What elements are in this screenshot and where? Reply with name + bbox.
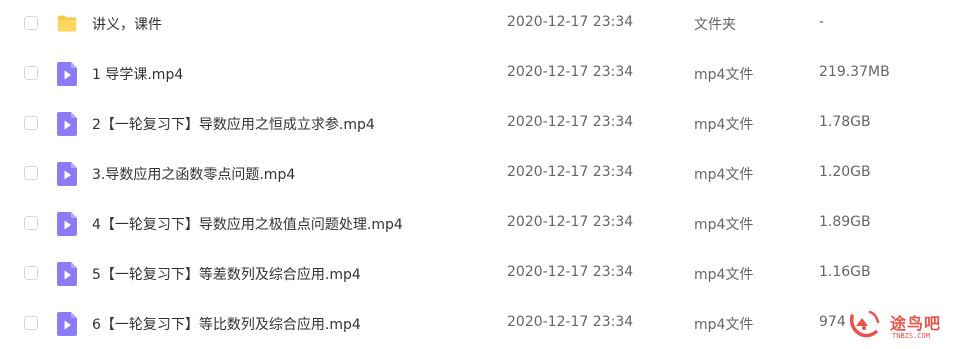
file-date: 2020-12-17 23:34	[507, 64, 634, 80]
watermark-text: 途鸟吧	[890, 314, 942, 333]
row-checkbox[interactable]	[24, 316, 38, 330]
file-type: mp4文件	[694, 117, 754, 133]
file-size: 1.89GB	[819, 214, 871, 230]
file-name[interactable]: 6【一轮复习下】等比数列及综合应用.mp4	[92, 314, 361, 334]
list-item[interactable]: 1 导学课.mp4 2020-12-17 23:34 mp4文件 219.37M…	[0, 50, 954, 100]
file-type: mp4文件	[694, 167, 754, 183]
video-file-icon	[57, 212, 77, 236]
watermark: 途鸟吧 TNBZS.COM	[846, 304, 954, 349]
file-type: mp4文件	[694, 317, 754, 333]
file-size: 1.20GB	[819, 164, 871, 180]
file-date: 2020-12-17 23:34	[507, 164, 634, 180]
file-size: 1.78GB	[819, 114, 871, 130]
video-file-icon	[57, 312, 77, 336]
row-checkbox[interactable]	[24, 66, 38, 80]
list-item[interactable]: 讲义，课件 2020-12-17 23:34 文件夹 -	[0, 0, 954, 50]
folder-icon	[57, 15, 77, 32]
row-checkbox[interactable]	[24, 266, 38, 280]
bird-logo-icon	[849, 310, 880, 338]
file-type: mp4文件	[694, 67, 754, 83]
list-item[interactable]: 4【一轮复习下】导数应用之极值点问题处理.mp4 2020-12-17 23:3…	[0, 200, 954, 250]
file-name[interactable]: 2【一轮复习下】导数应用之恒成立求参.mp4	[92, 114, 375, 134]
file-date: 2020-12-17 23:34	[507, 214, 634, 230]
file-type: mp4文件	[694, 217, 754, 233]
video-file-icon	[57, 112, 77, 136]
file-size: -	[819, 14, 825, 30]
file-name[interactable]: 讲义，课件	[92, 14, 162, 34]
watermark-subtext: TNBZS.COM	[892, 332, 930, 340]
video-file-icon	[57, 262, 77, 286]
row-checkbox[interactable]	[24, 16, 38, 30]
row-checkbox[interactable]	[24, 216, 38, 230]
file-name[interactable]: 1 导学课.mp4	[92, 64, 183, 84]
file-list: 讲义，课件 2020-12-17 23:34 文件夹 - 1 导学课.mp4 2…	[0, 0, 954, 349]
file-size: 219.37MB	[819, 64, 890, 80]
list-item[interactable]: 6【一轮复习下】等比数列及综合应用.mp4 2020-12-17 23:34 m…	[0, 300, 954, 349]
file-size: 1.16GB	[819, 264, 871, 280]
file-type: 文件夹	[694, 17, 736, 33]
list-item[interactable]: 2【一轮复习下】导数应用之恒成立求参.mp4 2020-12-17 23:34 …	[0, 100, 954, 150]
file-name[interactable]: 3.导数应用之函数零点问题.mp4	[92, 164, 295, 184]
file-date: 2020-12-17 23:34	[507, 114, 634, 130]
row-checkbox[interactable]	[24, 116, 38, 130]
file-name[interactable]: 4【一轮复习下】导数应用之极值点问题处理.mp4	[92, 214, 403, 234]
list-item[interactable]: 3.导数应用之函数零点问题.mp4 2020-12-17 23:34 mp4文件…	[0, 150, 954, 200]
video-file-icon	[57, 162, 77, 186]
list-item[interactable]: 5【一轮复习下】等差数列及综合应用.mp4 2020-12-17 23:34 m…	[0, 250, 954, 300]
file-date: 2020-12-17 23:34	[507, 314, 634, 330]
file-name[interactable]: 5【一轮复习下】等差数列及综合应用.mp4	[92, 264, 361, 284]
file-date: 2020-12-17 23:34	[507, 14, 634, 30]
file-type: mp4文件	[694, 267, 754, 283]
row-checkbox[interactable]	[24, 166, 38, 180]
video-file-icon	[57, 62, 77, 86]
file-date: 2020-12-17 23:34	[507, 264, 634, 280]
